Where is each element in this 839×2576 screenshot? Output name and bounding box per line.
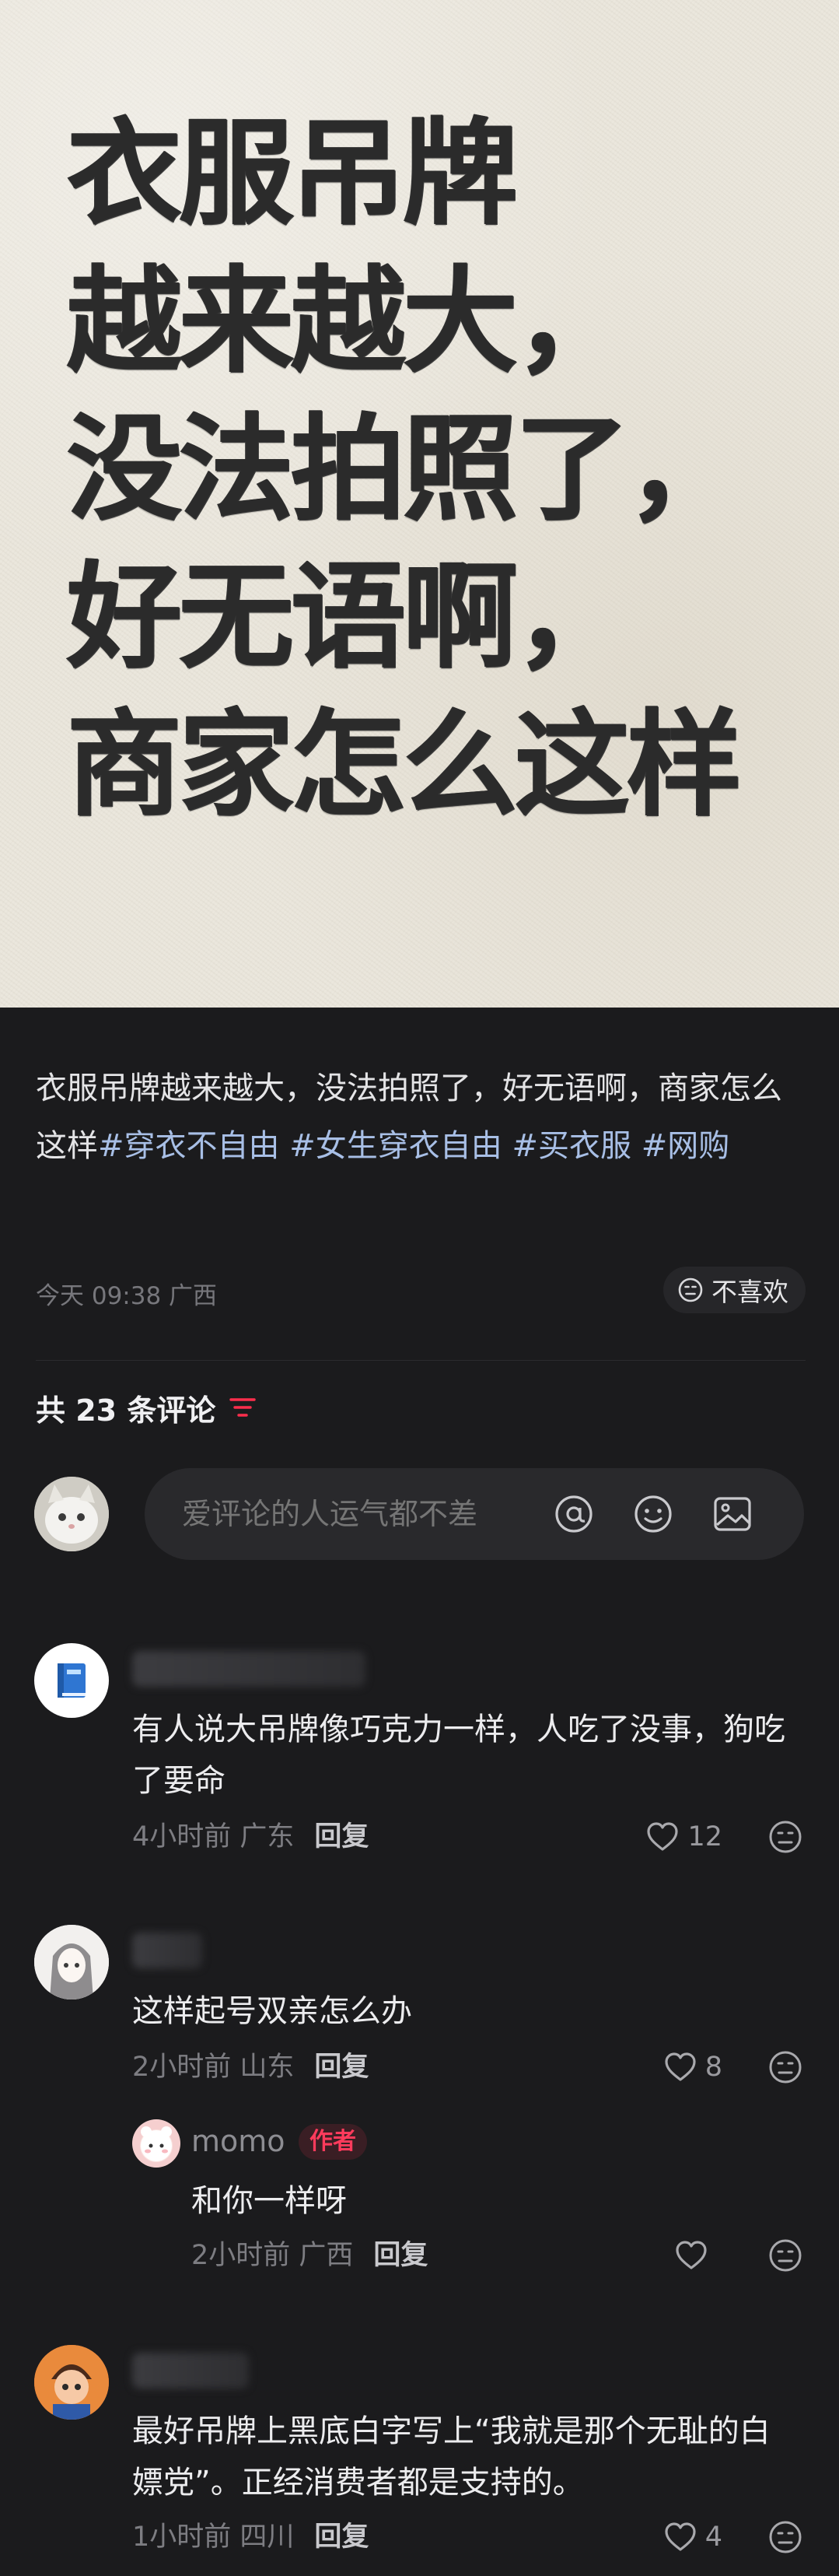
reply-meta: 2小时前 广西 回复 [191, 2236, 428, 2275]
dislike-face-icon[interactable] [767, 2519, 803, 2555]
dislike-face-icon[interactable] [767, 1819, 803, 1855]
reply-time-location: 2小时前 广西 [191, 2240, 354, 2271]
commenter-name-blurred[interactable] [132, 1933, 202, 1968]
comment-text: 最好吊牌上黑底白字写上“我就是那个无耻的白嫖党”。正经消费者都是支持的。 [132, 2413, 771, 2501]
like-count: 4 [704, 2522, 722, 2553]
poster-line: 越来越大， [67, 254, 630, 388]
commenter-avatar[interactable] [34, 2345, 109, 2420]
section-divider [36, 1360, 806, 1361]
cat-avatar-image [34, 1477, 109, 1551]
reply-text: 和你一样呀 [191, 2183, 347, 2219]
reply-button[interactable]: 回复 [314, 2522, 369, 2553]
cartoon-avatar-image [141, 2126, 172, 2161]
hashtag-link[interactable]: #网购 [641, 1128, 730, 1164]
comment-meta: 4小时前 广东 回复 [132, 1817, 369, 1856]
like-button[interactable]: 4 [663, 2518, 722, 2557]
image-icon[interactable] [711, 1492, 754, 1536]
reply-button[interactable]: 回复 [373, 2240, 428, 2271]
heart-icon [665, 2522, 696, 2551]
poster-line: 没法拍照了， [67, 402, 742, 536]
comment-text: 这样起号双亲怎么办 [132, 1993, 412, 2029]
book-icon [58, 1663, 86, 1698]
dislike-face-icon[interactable] [767, 2238, 803, 2273]
cartoon-boy-avatar-image [34, 2345, 109, 2420]
filter-icon[interactable] [229, 1396, 257, 1419]
commenter-avatar[interactable] [34, 1643, 109, 1718]
reply-author-name[interactable]: momo [191, 2124, 285, 2158]
anime-avatar-image [34, 1925, 109, 1999]
poster-line: 衣服吊牌 [67, 107, 518, 240]
comment-text: 有人说大吊牌像巧克力一样，人吃了没事，狗吃了要命 [132, 1712, 785, 1799]
reply-button[interactable]: 回复 [314, 2052, 369, 2083]
post-image[interactable]: 衣服吊牌 越来越大， 没法拍照了， 好无语啊， 商家怎么这样 [0, 0, 839, 1008]
comment-composer[interactable] [145, 1468, 804, 1561]
like-button[interactable] [674, 2236, 708, 2275]
hashtag-link[interactable]: #女生穿衣自由 [289, 1128, 502, 1164]
post-time-location: 今天 09:38 广西 [36, 1282, 218, 1310]
comments-header: 共 23 条评论 [36, 1388, 257, 1428]
hashtag-link[interactable]: #穿衣不自由 [98, 1128, 280, 1164]
reply-author-avatar[interactable] [132, 2119, 180, 2168]
comment-time-location: 1小时前 四川 [132, 2522, 295, 2553]
post-meta: 今天 09:38 广西 不喜欢 [36, 1267, 806, 1315]
poster-line: 商家怎么这样 [67, 698, 742, 832]
comment-count: 共 23 条评论 [36, 1393, 216, 1428]
dislike-label: 不喜欢 [711, 1277, 788, 1307]
commenter-avatar[interactable] [34, 1925, 109, 1999]
poster-line: 好无语啊， [67, 550, 630, 684]
commenter-name-blurred[interactable] [132, 2353, 249, 2388]
hashtag-link[interactable]: #买衣服 [512, 1128, 631, 1164]
comment-time-location: 4小时前 广东 [132, 1821, 295, 1852]
like-count: 8 [704, 2052, 722, 2083]
comment-time-location: 2小时前 山东 [132, 2052, 295, 2083]
comment-input[interactable] [180, 1468, 541, 1561]
at-icon[interactable] [552, 1492, 596, 1536]
dislike-face-icon[interactable] [767, 2049, 803, 2085]
heart-icon [676, 2241, 707, 2269]
like-count: 12 [687, 1821, 722, 1852]
post-body: 衣服吊牌越来越大，没法拍照了，好无语啊，商家怎么这样#穿衣不自由 #女生穿衣自由… [36, 1060, 806, 1175]
like-button[interactable]: 12 [645, 1817, 722, 1856]
reply-button[interactable]: 回复 [314, 1821, 369, 1852]
dislike-face-icon [678, 1277, 703, 1302]
poster-text: 衣服吊牌 越来越大， 没法拍照了， 好无语啊， 商家怎么这样 [67, 100, 742, 839]
author-badge: 作者 [299, 2124, 367, 2160]
commenter-name-blurred[interactable] [132, 1651, 365, 1687]
dislike-button[interactable]: 不喜欢 [663, 1267, 806, 1313]
emoji-icon[interactable] [631, 1492, 675, 1536]
heart-icon [665, 2052, 696, 2081]
like-button[interactable]: 8 [663, 2048, 722, 2087]
my-avatar [34, 1477, 109, 1551]
heart-icon [647, 1822, 679, 1851]
comment-meta: 1小时前 四川 回复 [132, 2518, 369, 2557]
comment-meta: 2小时前 山东 回复 [132, 2048, 369, 2087]
